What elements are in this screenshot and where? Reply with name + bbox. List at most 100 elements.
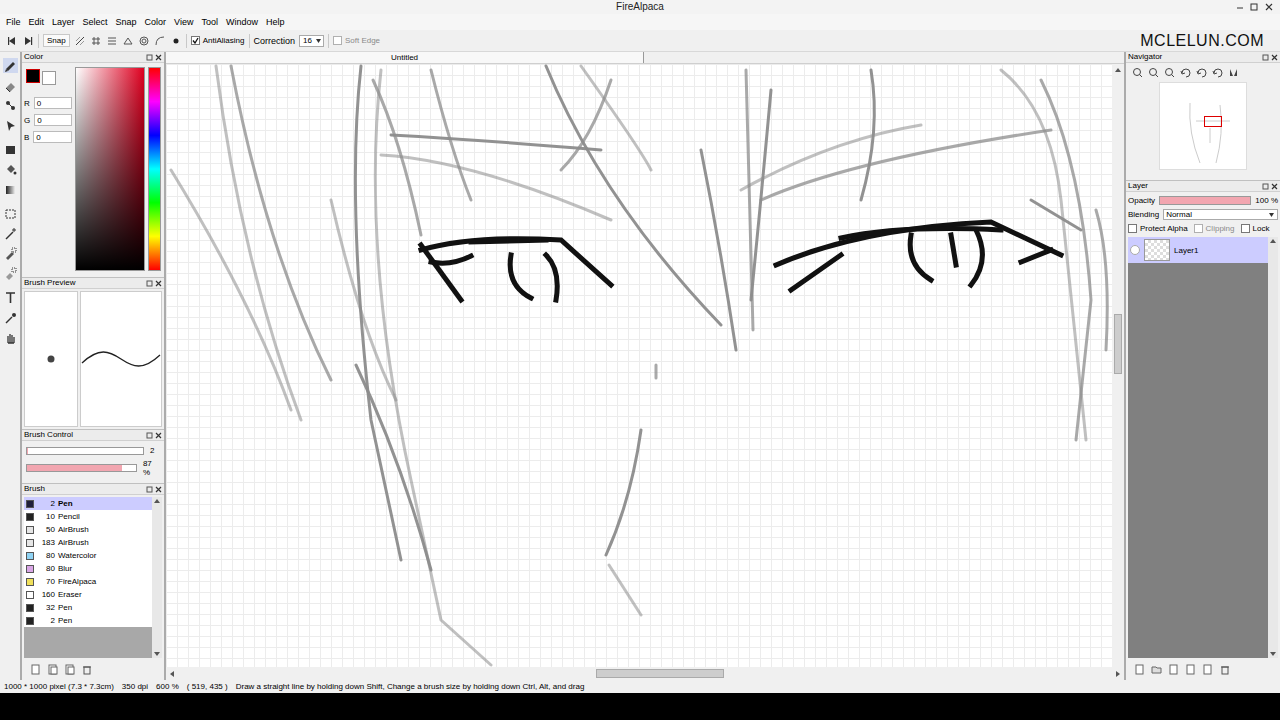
channel-field[interactable]: 0 [34,114,72,126]
scroll-right-icon[interactable] [1114,670,1122,678]
select-pen-icon[interactable] [3,246,18,261]
layer-row[interactable]: Layer1 [1128,237,1268,263]
scroll-up-icon[interactable] [153,497,161,505]
layer-option[interactable]: Protect Alpha [1128,224,1188,233]
new-folder-icon[interactable] [1151,664,1162,675]
checkbox[interactable] [191,36,200,45]
brush-item[interactable]: 50AirBrush [24,523,152,536]
menu-item[interactable]: Tool [197,15,222,29]
canvas-tab[interactable]: Untitled [166,52,644,63]
restore-icon[interactable] [1262,183,1269,190]
merge-layer-icon[interactable] [1185,664,1196,675]
visibility-toggle[interactable] [1130,245,1140,255]
restore-icon[interactable] [146,54,153,61]
menu-item[interactable]: Color [141,15,171,29]
correction-dropdown[interactable]: 16 [299,35,324,47]
new-layer-icon[interactable] [1134,664,1145,675]
rect-fill-icon[interactable] [3,142,18,157]
snap-mode-icon[interactable] [90,35,102,47]
brush-item[interactable]: 2Pen [24,497,152,510]
antialiasing-checkbox[interactable]: AntiAliasing [191,36,245,45]
next-icon[interactable] [22,35,34,47]
rotate-reset-icon[interactable] [1196,67,1207,78]
scroll-down-icon[interactable] [1269,650,1277,658]
background-swatch[interactable] [42,71,56,85]
delete-brush-icon[interactable] [81,664,92,675]
eyedropper-icon[interactable] [3,310,18,325]
new-brush-icon[interactable] [30,664,41,675]
menu-item[interactable]: Select [79,15,112,29]
pen-icon[interactable] [3,58,18,73]
snap-mode-icon[interactable] [138,35,150,47]
layer-scrollbar[interactable] [1268,237,1278,658]
brush-opacity-slider[interactable] [26,464,137,472]
hand-icon[interactable] [3,330,18,345]
menu-item[interactable]: Snap [112,15,141,29]
brush-item[interactable]: 70FireAlpaca [24,575,152,588]
bucket-icon[interactable] [3,162,18,177]
brush-item[interactable]: 183AirBrush [24,536,152,549]
maximize-icon[interactable] [1248,2,1260,12]
brush-size-slider[interactable] [26,447,144,455]
layer-opacity-slider[interactable] [1159,196,1251,205]
previous-icon[interactable] [6,35,18,47]
select-eraser-icon[interactable] [3,266,18,281]
menu-item[interactable]: File [2,15,25,29]
flip-icon[interactable] [1228,67,1239,78]
scroll-down-icon[interactable] [153,650,161,658]
channel-field[interactable]: 0 [33,131,72,143]
delete-layer-icon[interactable] [1219,664,1230,675]
layer-option[interactable]: Lock [1241,224,1270,233]
brush-item[interactable]: 32Pen [24,601,152,614]
close-icon[interactable] [1262,2,1276,12]
snap-mode-icon[interactable] [170,35,182,47]
blending-dropdown[interactable]: Normal [1163,209,1278,220]
canvas-horizontal-scrollbar[interactable] [166,667,1124,680]
scroll-left-icon[interactable] [168,670,176,678]
snap-mode-icon[interactable] [74,35,86,47]
eraser-icon[interactable] [3,78,18,93]
move-icon[interactable] [3,118,18,133]
menu-item[interactable]: Help [262,15,289,29]
brush-scrollbar[interactable] [152,497,162,658]
scroll-up-icon[interactable] [1114,66,1122,74]
snap-mode-icon[interactable] [106,35,118,47]
clear-layer-icon[interactable] [1202,664,1213,675]
minimize-icon[interactable] [1234,2,1246,12]
snap-button[interactable]: Snap [43,34,70,47]
brush-item[interactable]: 80Watercolor [24,549,152,562]
select-icon[interactable] [3,206,18,221]
drawing-canvas[interactable] [166,64,1112,667]
snap-mode-icon[interactable] [122,35,134,47]
rotate-left-icon[interactable] [1180,67,1191,78]
restore-icon[interactable] [146,280,153,287]
close-icon[interactable] [155,486,162,493]
restore-icon[interactable] [146,486,153,493]
checkbox[interactable] [1128,224,1137,233]
add-brush-icon[interactable] [47,664,58,675]
brush-item[interactable]: 160Eraser [24,588,152,601]
close-icon[interactable] [155,432,162,439]
zoom-out-icon[interactable] [1148,67,1159,78]
brush-item[interactable]: 80Blur [24,562,152,575]
brush-item[interactable]: 2Pen [24,614,152,627]
gradient-icon[interactable] [3,182,18,197]
canvas-vertical-scrollbar[interactable] [1112,64,1124,667]
checkbox[interactable] [1241,224,1250,233]
duplicate-layer-icon[interactable] [1168,664,1179,675]
restore-icon[interactable] [1262,54,1269,61]
navigator-thumbnail[interactable] [1159,82,1247,170]
zoom-reset-icon[interactable] [1164,67,1175,78]
scroll-thumb[interactable] [1114,314,1122,374]
foreground-swatch[interactable] [26,69,40,83]
dot-icon[interactable] [3,98,18,113]
menu-item[interactable]: Edit [25,15,49,29]
view-rectangle[interactable] [1204,116,1222,127]
menu-item[interactable]: Layer [48,15,79,29]
close-icon[interactable] [1271,54,1278,61]
zoom-in-icon[interactable] [1132,67,1143,78]
restore-icon[interactable] [146,432,153,439]
brush-item[interactable]: 10Pencil [24,510,152,523]
hue-slider[interactable] [148,67,161,271]
scroll-thumb[interactable] [596,669,724,678]
